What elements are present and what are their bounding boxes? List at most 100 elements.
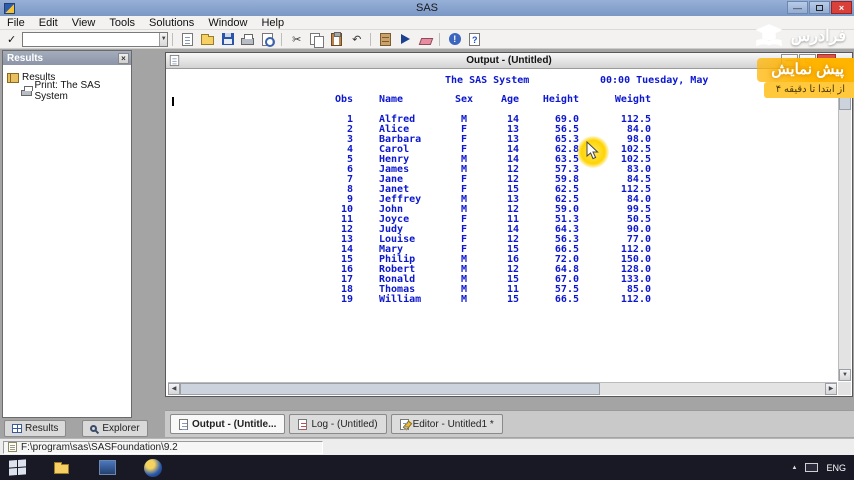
app-taskbar-button[interactable] (96, 458, 118, 478)
paste-button[interactable] (327, 31, 346, 48)
output-tab-icon (179, 418, 188, 430)
results-window-titlebar[interactable]: Results × (3, 51, 131, 65)
results-window: Results × Results Print: The SAS System (2, 50, 132, 418)
check-icon[interactable]: ✓ (7, 33, 16, 46)
new-library-icon (380, 32, 392, 46)
listing-row: 10 John M 12 59.0 99.5 (168, 205, 837, 215)
print-icon (241, 34, 255, 45)
listing-row: 13 Louise F 12 56.3 77.0 (168, 235, 837, 245)
graduation-cap-book-icon (755, 24, 783, 47)
cut-button[interactable]: ✂ (287, 31, 306, 48)
start-button[interactable] (9, 459, 26, 476)
print-result-icon (21, 86, 33, 96)
current-directory-path: F:\program\sas\SASFoundation\9.2 (21, 441, 178, 453)
menu-tools[interactable]: Tools (102, 16, 142, 30)
tree-item-print-output[interactable]: Print: The SAS System (7, 80, 131, 102)
file-explorer-taskbar-button[interactable] (50, 458, 72, 478)
app-close-button[interactable]: × (831, 1, 852, 14)
app-restore-button[interactable] (809, 1, 830, 14)
scroll-left-icon[interactable]: ◀ (168, 383, 180, 395)
listing-row: 16 Robert M 12 64.8 128.0 (168, 265, 837, 275)
panel-tab-explorer[interactable]: Explorer (82, 420, 148, 437)
new-document-button[interactable] (178, 31, 197, 48)
toolbar-separator (281, 32, 283, 46)
listing-row: 18 Thomas M 11 57.5 85.0 (168, 285, 837, 295)
tab-editor[interactable]: Editor - Untitled1 * (390, 414, 503, 434)
clear-all-icon (418, 37, 433, 45)
file-explorer-icon (53, 462, 69, 474)
vertical-scrollbar[interactable]: ▲ ▼ (838, 70, 851, 381)
sas-taskbar-button[interactable] (142, 458, 164, 478)
faradars-brand-text: فرادرس (790, 28, 846, 45)
toolbar-separator (172, 32, 174, 46)
listing-row: 11 Joyce F 11 51.3 50.5 (168, 215, 837, 225)
results-close-button[interactable]: × (118, 52, 129, 64)
results-tree: Results Print: The SAS System (3, 65, 131, 102)
toolbar: ✓ ▼ ✂ ↶ ! ? (0, 30, 854, 49)
tray-chevron-icon[interactable]: ▲ (792, 465, 798, 471)
menu-file[interactable]: File (0, 16, 32, 30)
undo-button[interactable]: ↶ (347, 31, 366, 48)
listing-row: 4 Carol F 14 62.8 102.5 (168, 145, 837, 155)
new-library-button[interactable] (376, 31, 395, 48)
tab-log[interactable]: Log - (Untitled) (289, 414, 387, 434)
panel-tab-results[interactable]: Results (4, 420, 67, 437)
output-window-titlebar[interactable]: Output - (Untitled) — × (166, 53, 852, 69)
chevron-down-icon[interactable]: ▼ (159, 32, 168, 46)
log-tab-icon (298, 418, 308, 430)
output-window: Output - (Untitled) — × The SAS System 0… (165, 52, 853, 397)
listing-row: 12 Judy F 14 64.3 90.0 (168, 225, 837, 235)
tab-label: Output - (Untitle... (192, 418, 277, 430)
menu-help[interactable]: Help (254, 16, 291, 30)
watermark-range-badge: از ابتدا تا دقیقه ۴ (763, 82, 854, 98)
print-preview-icon (262, 32, 276, 47)
horizontal-scroll-thumb[interactable] (180, 383, 600, 395)
break-button[interactable]: ! (445, 31, 464, 48)
tab-output[interactable]: Output - (Untitle... (170, 414, 286, 434)
open-button[interactable] (198, 31, 217, 48)
submit-button[interactable] (396, 31, 415, 48)
listing-page-date: 00:00 Tuesday, May (600, 75, 709, 86)
listing-row: 3 Barbara F 13 65.3 98.0 (168, 135, 837, 145)
touch-keyboard-icon[interactable] (805, 463, 819, 472)
col-age: Age (500, 94, 519, 105)
status-directory-field[interactable]: F:\program\sas\SASFoundation\9.2 (3, 440, 323, 454)
submit-icon (401, 34, 411, 44)
menu-view[interactable]: View (65, 16, 103, 30)
copy-button[interactable] (307, 31, 326, 48)
app-title: SAS (415, 2, 438, 14)
statusbar: F:\program\sas\SASFoundation\9.2 (0, 438, 854, 455)
col-height: Height (542, 94, 579, 105)
scrollbar-corner (838, 382, 851, 395)
print-button[interactable] (238, 31, 257, 48)
tab-label: Editor - Untitled1 * (412, 418, 494, 430)
windows-taskbar: ▲ ENG (0, 455, 854, 480)
clear-all-button[interactable] (416, 31, 435, 48)
listing-row: 7 Jane F 12 59.8 84.5 (168, 175, 837, 185)
command-combobox[interactable]: ▼ (22, 31, 169, 47)
menu-window[interactable]: Window (201, 16, 254, 30)
command-input[interactable] (23, 32, 160, 46)
scroll-right-icon[interactable]: ▶ (825, 383, 837, 395)
horizontal-scrollbar[interactable]: ◀ ▶ (168, 382, 837, 395)
menu-solutions[interactable]: Solutions (142, 16, 201, 30)
listing-cell: M (460, 294, 468, 305)
undo-icon: ↶ (352, 33, 362, 46)
help-button[interactable]: ? (465, 31, 484, 48)
scroll-down-icon[interactable]: ▼ (839, 369, 851, 381)
listing-cell: 19 (340, 294, 353, 305)
listing-row: 5 Henry M 14 63.5 102.5 (168, 155, 837, 165)
listing-header-row: Obs Name Sex Age Height Weight (168, 95, 837, 105)
save-button[interactable] (218, 31, 237, 48)
output-content[interactable]: The SAS System 00:00 Tuesday, May Obs Na… (168, 70, 837, 381)
listing-row: 19 William M 15 66.5 112.0 (168, 295, 837, 305)
system-tray: ▲ ENG (792, 463, 846, 473)
results-folder-icon (7, 72, 19, 83)
menu-edit[interactable]: Edit (32, 16, 65, 30)
app-minimize-button[interactable]: — (787, 1, 808, 14)
directory-icon (8, 442, 17, 452)
col-weight: Weight (614, 94, 651, 105)
print-preview-button[interactable] (258, 31, 277, 48)
help-icon: ? (469, 32, 481, 46)
language-indicator[interactable]: ENG (826, 463, 846, 473)
